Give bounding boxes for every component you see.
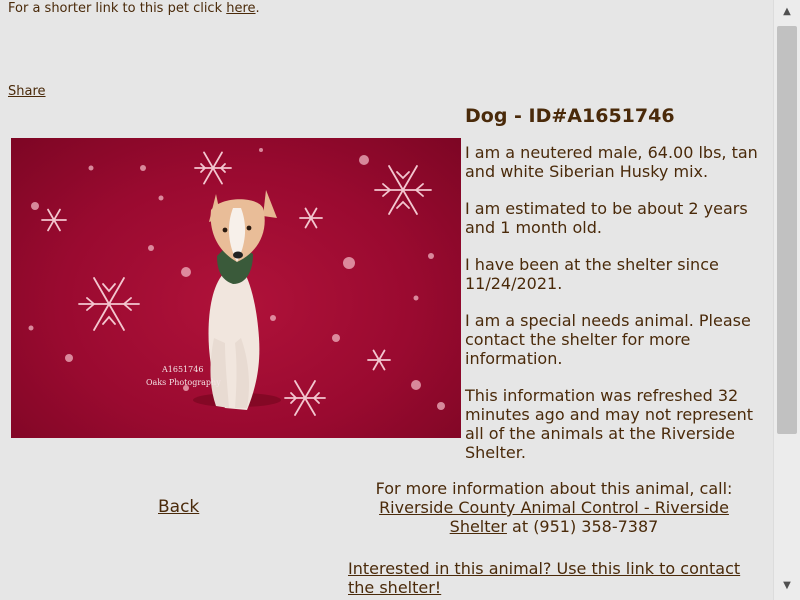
scroll-down-icon[interactable]: ▼ (774, 580, 800, 591)
scrollbar-thumb[interactable] (777, 26, 797, 434)
pet-description: I am a neutered male, 64.00 lbs, tan and… (465, 143, 758, 181)
share-link[interactable]: Share (8, 84, 46, 99)
watermark-credit: Oaks Photography (146, 378, 221, 387)
shorter-link-line: For a shorter link to this pet click her… (8, 1, 260, 16)
more-info: For more information about this animal, … (348, 479, 760, 536)
shelter-contact-line: Riverside County Animal Control - Rivers… (348, 498, 760, 536)
pet-photo: A1651746 Oaks Photography (11, 138, 461, 438)
more-info-label: For more information about this animal, … (375, 479, 733, 498)
pet-refreshed: This information was refreshed 32 minute… (465, 386, 753, 462)
back-link[interactable]: Back (158, 497, 199, 517)
pet-age: I am estimated to be about 2 years and 1… (465, 199, 748, 237)
shelter-phone: (951) 358-7387 (533, 517, 659, 536)
pet-shelter-since: I have been at the shelter since 11/24/2… (465, 255, 719, 293)
watermark-id: A1651746 (161, 365, 203, 374)
scroll-up-icon[interactable]: ▲ (774, 6, 800, 17)
shorter-link-prefix: For a shorter link to this pet click (8, 1, 227, 16)
pet-special-needs: I am a special needs animal. Please cont… (465, 311, 751, 368)
contact-block: Interested in this animal? Use this link… (348, 559, 760, 597)
dog-figure (193, 190, 281, 410)
phone-prefix: at (506, 517, 534, 536)
vertical-scrollbar[interactable]: ▲ ▼ (773, 0, 800, 600)
pet-info: Dog - ID#A1651746 I am a neutered male, … (465, 104, 765, 480)
pet-title: Dog - ID#A1651746 (465, 105, 675, 127)
shorter-link-suffix: . (255, 1, 260, 16)
shorter-link[interactable]: here (226, 1, 255, 16)
contact-shelter-link[interactable]: Interested in this animal? Use this link… (348, 559, 740, 597)
pet-photo-art: A1651746 Oaks Photography (28, 148, 445, 416)
